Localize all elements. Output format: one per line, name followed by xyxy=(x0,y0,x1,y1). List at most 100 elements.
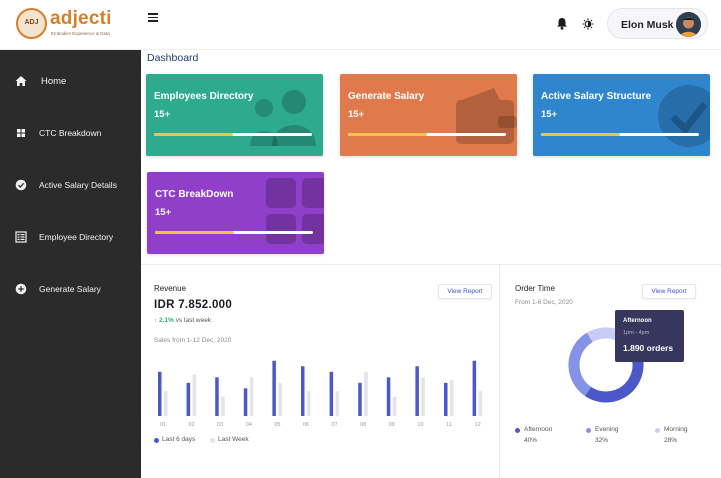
bar-last-6-days-04 xyxy=(243,388,248,416)
user-name: Elon Musk xyxy=(621,19,674,31)
x-tick-label: 06 xyxy=(303,422,309,428)
card-employees-directory[interactable]: Employees Directory 15+ xyxy=(146,74,323,156)
bar-last-week-04 xyxy=(249,377,254,416)
card-title: Active Salary Structure xyxy=(541,91,652,102)
x-tick-label: 09 xyxy=(389,422,395,428)
sidebar-item-generate-salary[interactable]: Generate Salary xyxy=(0,269,141,309)
bar-last-6-days-01 xyxy=(158,371,162,416)
bar-last-6-days-11 xyxy=(444,382,448,416)
revenue-subtitle: Sales from 1-12 Dec, 2020 xyxy=(154,337,232,344)
bar-last-week-11 xyxy=(450,380,454,416)
revenue-trend: ↑ 2.1% vs last week xyxy=(154,317,211,324)
theme-toggle-icon[interactable] xyxy=(582,18,594,30)
sidebar-item-label: Generate Salary xyxy=(39,284,101,294)
legend-label: Evening xyxy=(595,426,619,433)
section-divider xyxy=(141,264,721,265)
order-time-label: Order Time xyxy=(515,284,556,293)
x-tick-label: 08 xyxy=(360,422,366,428)
revenue-view-report-button[interactable]: View Report xyxy=(438,284,492,299)
x-tick-label: 02 xyxy=(189,422,195,428)
x-tick-label: 11 xyxy=(446,422,452,428)
card-progress-bar xyxy=(154,133,312,136)
sidebar-item-active-salary-details[interactable]: Active Salary Details xyxy=(0,165,141,205)
x-tick-label: 03 xyxy=(217,422,223,428)
bar-last-week-09 xyxy=(392,396,397,416)
card-value: 15+ xyxy=(155,207,172,218)
legend-label: Last Week xyxy=(218,436,249,443)
card-active-salary-structure[interactable]: Active Salary Structure 15+ xyxy=(533,74,710,156)
bar-last-6-days-12 xyxy=(472,360,477,416)
revenue-bar-chart: 01 02 03 04 05 06 07 08 09 10 11 12 xyxy=(158,360,483,428)
sidebar-item-employee-directory[interactable]: Employee Directory xyxy=(0,217,141,257)
trend-text: vs last week xyxy=(175,317,212,324)
x-tick-label: 07 xyxy=(332,422,338,428)
revenue-label: Revenue xyxy=(154,284,187,293)
card-ctc-breakdown[interactable]: CTC BreakDown 15+ xyxy=(147,172,324,254)
wallet-icon xyxy=(456,88,517,144)
legend-label: Last 6 days xyxy=(162,436,196,443)
sidebar-item-label: Active Salary Details xyxy=(39,180,117,190)
card-value: 15+ xyxy=(154,109,171,120)
legend-dot-evening xyxy=(586,428,591,433)
card-generate-salary[interactable]: Generate Salary 15+ xyxy=(340,74,517,156)
legend-percent: 28% xyxy=(664,437,678,444)
card-title: Employees Directory xyxy=(154,91,254,102)
grid-icon xyxy=(266,178,324,244)
brand-tagline: Embodies Experience & Data xyxy=(51,31,110,36)
chart-tooltip: Afternoon 1pm - 4pm 1.890 orders xyxy=(615,310,684,362)
bar-last-week-03 xyxy=(221,396,225,416)
card-value: 15+ xyxy=(348,109,365,120)
home-icon xyxy=(15,76,27,86)
bar-last-6-days-09 xyxy=(386,377,391,416)
bar-last-week-07 xyxy=(335,391,340,416)
bar-last-week-10 xyxy=(421,377,425,416)
sidebar-item-label: CTC Breakdown xyxy=(39,128,102,138)
logo-area: ADJ adjecti Embodies Experience & Data xyxy=(0,0,141,50)
bar-last-6-days-05 xyxy=(272,360,276,416)
card-progress-fill xyxy=(541,133,620,136)
card-title: CTC BreakDown xyxy=(155,189,234,200)
legend-dot-afternoon xyxy=(515,428,520,433)
card-title: Generate Salary xyxy=(348,91,425,102)
sidebar-item-label: Employee Directory xyxy=(39,232,114,242)
x-tick-label: 12 xyxy=(475,422,481,428)
sidebar-item-label: Home xyxy=(41,75,67,87)
bar-last-6-days-10 xyxy=(415,366,419,416)
bar-last-week-01 xyxy=(164,391,168,416)
x-tick-label: 01 xyxy=(160,422,166,428)
legend-dot-last-week xyxy=(210,438,215,443)
list-icon xyxy=(15,231,27,243)
brand-name: adjecti xyxy=(50,8,112,29)
revenue-value: IDR 7.852.000 xyxy=(154,299,233,311)
trend-percent: 2.1% xyxy=(159,317,174,324)
user-profile-button[interactable]: Elon Musk xyxy=(607,8,708,39)
x-tick-label: 04 xyxy=(246,422,252,428)
card-value: 15+ xyxy=(541,109,558,120)
legend-percent: 32% xyxy=(595,437,609,444)
legend-label: Afternoon xyxy=(524,426,553,433)
bar-last-week-02 xyxy=(192,374,197,416)
card-progress-bar xyxy=(155,231,313,234)
bell-icon[interactable] xyxy=(556,17,568,30)
card-progress-fill xyxy=(154,133,233,136)
legend-dot-last-6-days xyxy=(154,438,159,443)
sidebar-item-ctc-breakdown[interactable]: CTC Breakdown xyxy=(0,113,141,153)
card-progress-bar xyxy=(348,133,506,136)
x-tick-label: 10 xyxy=(417,422,423,428)
sidebar-item-home[interactable]: Home xyxy=(0,61,141,101)
bar-last-6-days-03 xyxy=(215,377,219,416)
hamburger-menu-icon[interactable] xyxy=(148,13,158,22)
bar-last-week-08 xyxy=(364,371,368,416)
bar-last-6-days-07 xyxy=(329,371,334,416)
brand-logo[interactable]: ADJ xyxy=(16,8,47,39)
logo-mark-text: ADJ xyxy=(24,19,39,26)
tooltip-title: Afternoon xyxy=(623,318,652,324)
users-icon xyxy=(250,90,316,146)
order-time-view-report-button[interactable]: View Report xyxy=(642,284,696,299)
card-progress-bar xyxy=(541,133,699,136)
bar-last-week-12 xyxy=(478,391,483,416)
bar-last-6-days-06 xyxy=(301,366,305,416)
tooltip-orders: 1.890 orders xyxy=(623,343,674,353)
check-badge-icon xyxy=(658,85,710,147)
panel-divider xyxy=(499,264,500,478)
